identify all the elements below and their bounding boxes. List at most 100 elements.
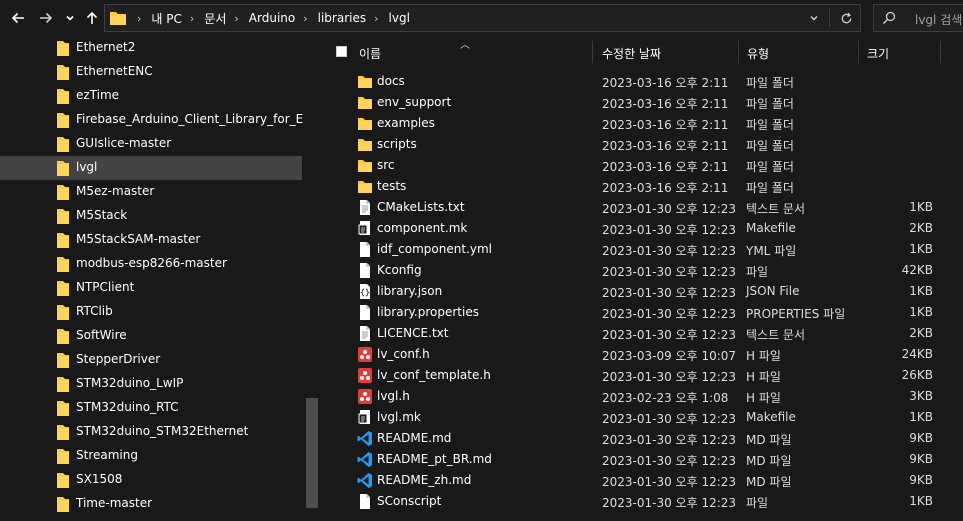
nav-item-streaming[interactable]: Streaming xyxy=(0,444,302,468)
search-box[interactable]: lvgl 검색 xyxy=(873,4,963,32)
column-header-type[interactable]: 유형 xyxy=(747,45,769,62)
breadcrumb-item-libraries[interactable]: libraries xyxy=(318,11,366,25)
file-row[interactable]: LICENCE.txt 2023-01-30 오후 12:23 텍스트 문서 2KB xyxy=(322,323,963,344)
column-header-name[interactable]: 이름 xyxy=(359,45,381,62)
nav-item-ethernet2[interactable]: Ethernet2 xyxy=(0,36,302,60)
nav-item-time-master[interactable]: Time-master xyxy=(0,492,302,516)
breadcrumb-item-lvgl[interactable]: lvgl xyxy=(389,11,410,25)
recent-locations-button[interactable] xyxy=(60,4,80,32)
chevron-right-icon[interactable]: › xyxy=(190,12,194,25)
nav-item-rtclib[interactable]: RTClib xyxy=(0,300,302,324)
column-header-size[interactable]: 크기 xyxy=(867,45,889,62)
json-file-icon xyxy=(357,283,373,300)
nav-item-eztime[interactable]: ezTime xyxy=(0,84,302,108)
file-row[interactable]: README_pt_BR.md 2023-01-30 오후 12:23 MD 파일 9… xyxy=(322,449,963,470)
nav-item-label: GUIslice-master xyxy=(76,136,172,150)
arrow-left-icon xyxy=(11,12,24,24)
nav-item-softwire[interactable]: SoftWire xyxy=(0,324,302,348)
file-name: LICENCE.txt xyxy=(377,326,449,340)
file-row[interactable]: examples 2023-03-16 오후 2:11 파일 폴더 xyxy=(322,113,963,134)
file-type: MD 파일 xyxy=(746,433,792,447)
nav-item-label: M5Stack xyxy=(76,208,128,222)
column-header-row: ︿ 이름 수정한 날짜 유형 크기 xyxy=(322,36,963,68)
file-row[interactable]: library.json 2023-01-30 오후 12:23 JSON File… xyxy=(322,281,963,302)
nav-item-ethernetenc[interactable]: EthernetENC xyxy=(0,60,302,84)
file-row[interactable]: component.mk 2023-01-30 오후 12:23 Makefile 2… xyxy=(322,218,963,239)
file-row[interactable]: env_support 2023-03-16 오후 2:11 파일 폴더 xyxy=(322,92,963,113)
chevron-right-icon[interactable]: › xyxy=(234,12,238,25)
file-size: 1KB xyxy=(909,305,933,319)
file-row[interactable]: scripts 2023-03-16 오후 2:11 파일 폴더 xyxy=(322,134,963,155)
file-name: lv_conf_template.h xyxy=(377,368,491,382)
breadcrumb-item-this-pc[interactable]: 내 PC xyxy=(151,10,181,27)
column-resize-handle[interactable] xyxy=(940,41,941,63)
file-row[interactable]: README.md 2023-01-30 오후 12:23 MD 파일 9KB xyxy=(322,428,963,449)
file-row[interactable]: Kconfig 2023-01-30 오후 12:23 파일 42KB xyxy=(322,260,963,281)
file-row[interactable]: library.properties 2023-01-30 오후 12:23 PRO… xyxy=(322,302,963,323)
back-button[interactable] xyxy=(6,4,30,32)
file-name: library.properties xyxy=(377,305,479,319)
file-name: library.json xyxy=(377,284,443,298)
file-row[interactable]: tests 2023-03-16 오후 2:11 파일 폴더 xyxy=(322,176,963,197)
file-icon xyxy=(357,304,373,321)
chevron-right-icon[interactable]: › xyxy=(303,12,307,25)
folder-icon xyxy=(357,73,373,90)
file-date: 2023-01-30 오후 12:23 xyxy=(602,202,737,216)
nav-item-firebase-arduino-client-library-for-esp8266-and-esp32[interactable]: Firebase_Arduino_Client_Library_for_ESP8… xyxy=(0,108,320,132)
nav-item-modbus-esp8266-master[interactable]: modbus-esp8266-master xyxy=(0,252,302,276)
column-resize-handle[interactable] xyxy=(738,41,739,63)
file-type: Makefile xyxy=(746,221,796,235)
nav-item-stm32duino-stm32ethernet[interactable]: STM32duino_STM32Ethernet xyxy=(0,420,302,444)
nav-item-m5stack[interactable]: M5Stack xyxy=(0,204,302,228)
file-name: tests xyxy=(377,179,407,193)
nav-item-guislice-master[interactable]: GUIslice-master xyxy=(0,132,302,156)
file-row[interactable]: CMakeLists.txt 2023-01-30 오후 12:23 텍스트 문서 1… xyxy=(322,197,963,218)
breadcrumb-item-arduino[interactable]: Arduino xyxy=(249,11,295,25)
nav-item-label: M5ez-master xyxy=(76,184,155,198)
chevron-right-icon[interactable]: › xyxy=(374,12,378,25)
refresh-button[interactable] xyxy=(838,10,854,26)
nav-item-sx1508[interactable]: SX1508 xyxy=(0,468,302,492)
address-history-button[interactable] xyxy=(806,10,822,26)
select-all-checkbox[interactable] xyxy=(336,46,347,57)
file-row[interactable]: lvgl.h 2023-02-23 오후 1:08 H 파일 3KB xyxy=(322,386,963,407)
nav-item-lvgl[interactable]: lvgl xyxy=(0,156,302,180)
file-row[interactable]: idf_component.yml 2023-01-30 오후 12:23 YML … xyxy=(322,239,963,260)
file-row[interactable]: SConscript 2023-01-30 오후 12:23 파일 1KB xyxy=(322,491,963,512)
nav-item-stm32duino-rtc[interactable]: STM32duino_RTC xyxy=(0,396,302,420)
file-row[interactable]: README_zh.md 2023-01-30 오후 12:23 MD 파일 9KB xyxy=(322,470,963,491)
file-row[interactable]: docs 2023-03-16 오후 2:11 파일 폴더 xyxy=(322,71,963,92)
search-icon xyxy=(883,11,896,24)
nav-item-m5ez-master[interactable]: M5ez-master xyxy=(0,180,302,204)
column-resize-handle[interactable] xyxy=(592,41,593,63)
nav-item-stepperdriver[interactable]: StepperDriver xyxy=(0,348,302,372)
column-header-date[interactable]: 수정한 날짜 xyxy=(602,45,661,62)
forward-button[interactable] xyxy=(34,4,58,32)
nav-item-label: EthernetENC xyxy=(76,64,153,78)
navigation-scrollbar-thumb[interactable] xyxy=(306,398,318,508)
address-bar[interactable]: › 내 PC › 문서 › Arduino › libraries › lvgl xyxy=(104,4,861,32)
file-type: 텍스트 문서 xyxy=(746,328,806,342)
file-row[interactable]: src 2023-03-16 오후 2:11 파일 폴더 xyxy=(322,155,963,176)
nav-item-stm32duino-lwip[interactable]: STM32duino_LwIP xyxy=(0,372,302,396)
breadcrumb-item-documents[interactable]: 문서 xyxy=(204,10,226,27)
file-date: 2023-03-16 오후 2:11 xyxy=(602,97,729,111)
nav-item-ntpclient[interactable]: NTPClient xyxy=(0,276,302,300)
makefile-icon xyxy=(357,220,373,237)
column-resize-handle[interactable] xyxy=(858,41,859,63)
file-name: lvgl.h xyxy=(377,389,410,403)
search-input[interactable]: lvgl 검색 xyxy=(915,11,962,28)
folder-icon xyxy=(57,305,69,320)
file-row[interactable]: lv_conf.h 2023-03-09 오후 10:07 H 파일 24KB xyxy=(322,344,963,365)
file-row[interactable]: lvgl.mk 2023-01-30 오후 12:23 Makefile 1KB xyxy=(322,407,963,428)
up-button[interactable] xyxy=(80,4,104,32)
file-row[interactable]: lv_conf_template.h 2023-01-30 오후 12:23 H 파… xyxy=(322,365,963,386)
nav-item-label: ezTime xyxy=(76,88,120,102)
file-date: 2023-03-16 오후 2:11 xyxy=(602,181,729,195)
nav-item-label: SX1508 xyxy=(76,472,123,486)
folder-icon xyxy=(57,401,69,416)
file-type: 파일 폴더 xyxy=(746,160,794,174)
nav-item-m5stacksam-master[interactable]: M5StackSAM-master xyxy=(0,228,302,252)
file-size: 24KB xyxy=(901,347,933,361)
arrow-right-icon xyxy=(40,12,53,24)
